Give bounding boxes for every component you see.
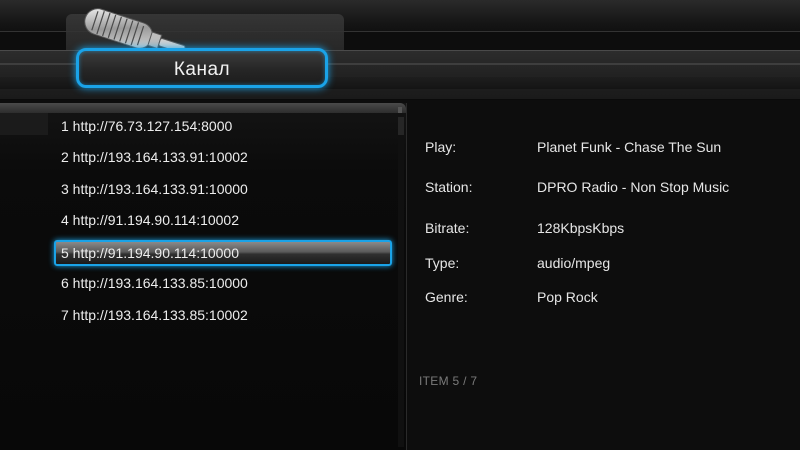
genre-label: Genre: [425,289,468,305]
page-title: Канал [173,59,231,80]
type-label: Type: [425,255,460,271]
bitrate-label: Bitrate: [425,220,470,236]
type-value: audio/mpeg [537,255,611,271]
panel-header-bar [0,103,406,113]
channel-item-4[interactable]: 4 http://91.194.90.114:10002 [54,207,392,233]
scrollbar-track[interactable] [398,117,404,447]
station-label: Station: [425,179,473,195]
bitrate-value: 128KbpsKbps [537,220,625,236]
channel-item-6[interactable]: 6 http://193.164.133.85:10000 [54,270,392,296]
item-counter: ITEM 5 / 7 [419,374,478,388]
list-gutter [0,113,48,135]
play-value: Planet Funk - Chase The Sun [537,139,722,155]
genre-value: Pop Rock [537,289,598,305]
channel-title-tab: Канал [76,48,328,88]
channel-item-7[interactable]: 7 http://193.164.133.85:10002 [54,302,392,328]
channel-item-1[interactable]: 1 http://76.73.127.154:8000 [54,113,392,139]
channel-item-2[interactable]: 2 http://193.164.133.91:10002 [54,144,392,170]
station-value: DPRO Radio - Non Stop Music [537,179,730,195]
channel-item-3[interactable]: 3 http://193.164.133.91:10000 [54,176,392,202]
scrollbar-thumb[interactable] [398,117,404,135]
channel-item-5[interactable]: 5 http://91.194.90.114:10000 [54,240,392,266]
play-label: Play: [425,139,457,155]
